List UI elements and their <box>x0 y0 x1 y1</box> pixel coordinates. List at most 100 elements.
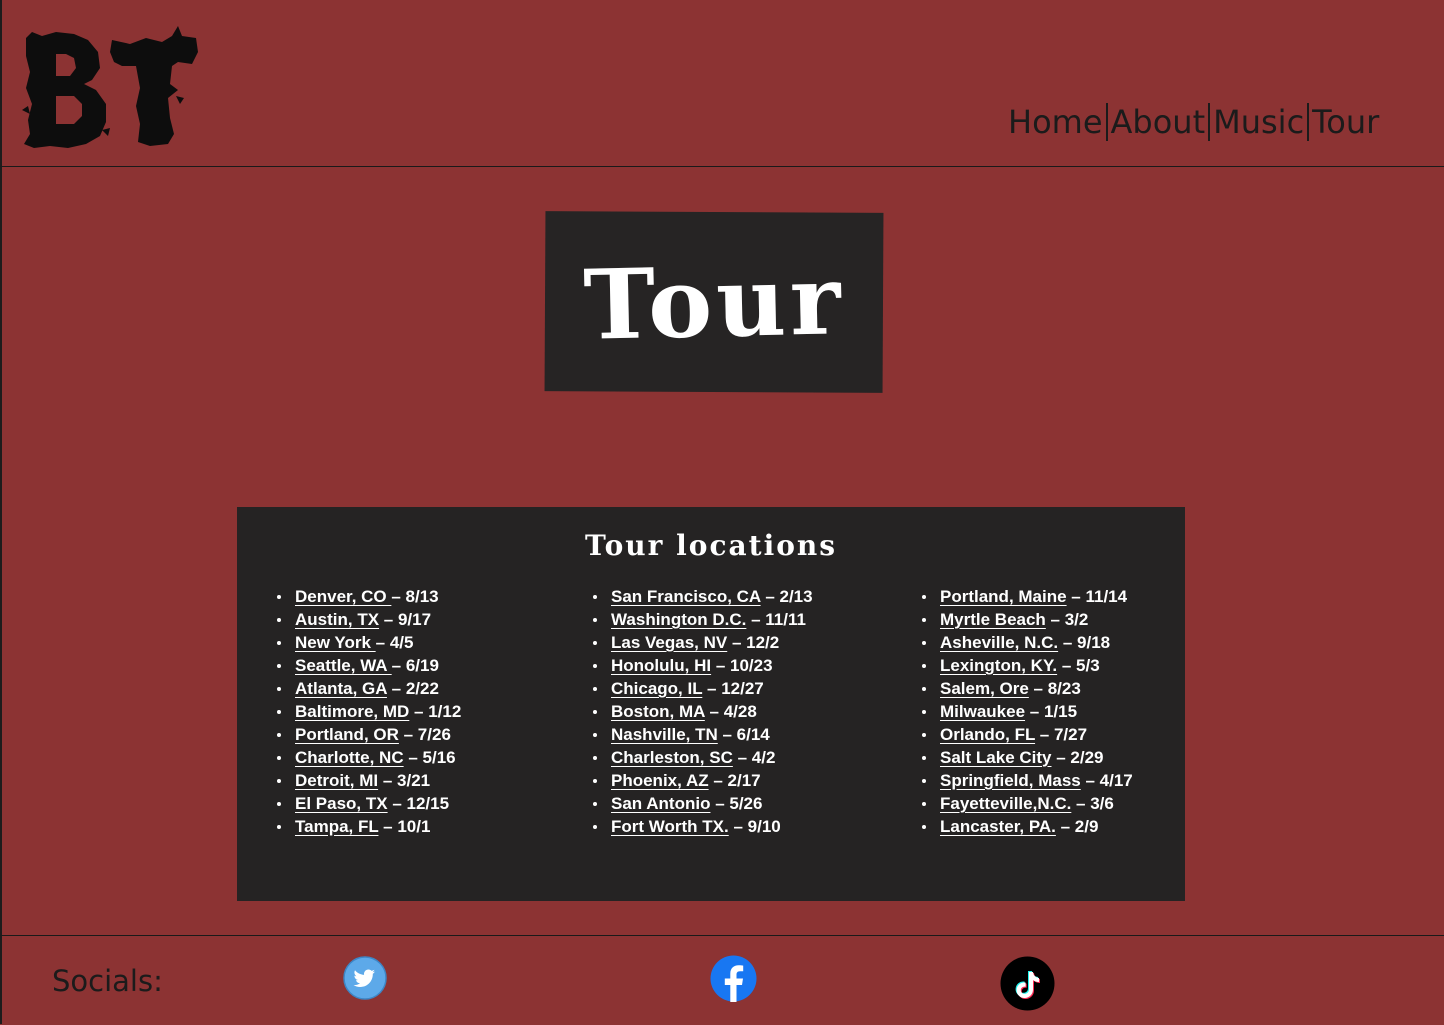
tour-city-link[interactable]: Detroit, MI <box>295 771 378 790</box>
band-logo[interactable] <box>22 26 200 152</box>
tour-location-item: Seattle, WA – 6/19 <box>277 654 461 677</box>
tour-location-item: El Paso, TX – 12/15 <box>277 792 461 815</box>
tour-city-link[interactable]: Milwaukee <box>940 702 1025 721</box>
tour-location-item: Myrtle Beach – 3/2 <box>922 608 1133 631</box>
tour-city-link[interactable]: Charleston, SC <box>611 748 733 767</box>
site-header: Home About Music Tour <box>0 0 1444 167</box>
tour-date: – 1/12 <box>409 702 462 721</box>
nav-tour-link[interactable]: Tour <box>1312 103 1379 141</box>
tour-location-item: Washington D.C. – 11/11 <box>593 608 813 631</box>
tour-date: – 5/26 <box>710 794 763 813</box>
tour-date: – 11/14 <box>1066 587 1128 606</box>
tour-date: – 4/28 <box>704 702 757 721</box>
tour-city-link[interactable]: Chicago, IL <box>611 679 702 698</box>
nav-divider <box>1307 103 1310 141</box>
tiktok-link[interactable] <box>1000 956 1055 1011</box>
tour-location-item: Charlotte, NC – 5/16 <box>277 746 461 769</box>
tour-date: – 2/17 <box>708 771 761 790</box>
tour-city-link[interactable]: Lexington, KY. <box>940 656 1057 675</box>
page-title-banner: Tour <box>544 211 884 393</box>
nav-music-link[interactable]: Music <box>1213 103 1304 141</box>
tour-date: – 4/2 <box>732 748 776 767</box>
tour-location-item: Austin, TX – 9/17 <box>277 608 461 631</box>
tour-date: – 12/27 <box>702 679 764 698</box>
tour-city-link[interactable]: Phoenix, AZ <box>611 771 709 790</box>
tour-location-item: San Francisco, CA – 2/13 <box>593 585 813 608</box>
tour-date: – 11/11 <box>746 610 806 629</box>
tour-location-item: Atlanta, GA – 2/22 <box>277 677 461 700</box>
tour-date: – 6/14 <box>717 725 770 744</box>
tour-date: – 3/2 <box>1045 610 1089 629</box>
tour-city-link[interactable]: Salem, Ore <box>940 679 1029 698</box>
tour-location-item: Chicago, IL – 12/27 <box>593 677 813 700</box>
tour-location-item: San Antonio – 5/26 <box>593 792 813 815</box>
tour-date: – 3/21 <box>378 771 431 790</box>
nav-about-link[interactable]: About <box>1111 103 1206 141</box>
tour-city-link[interactable]: Fayetteville,N.C. <box>940 794 1071 813</box>
tour-city-link[interactable]: Honolulu, HI <box>611 656 711 675</box>
tour-date: – 5/3 <box>1057 656 1100 675</box>
tour-date: – 9/18 <box>1058 633 1111 652</box>
tour-city-link[interactable]: Boston, MA <box>611 702 705 721</box>
tour-date: – 2/22 <box>386 679 439 698</box>
tour-date: – 8/13 <box>391 587 439 606</box>
tour-date: – 1/15 <box>1025 702 1078 721</box>
tour-city-link[interactable]: Springfield, Mass <box>940 771 1081 790</box>
tour-city-link[interactable]: Portland, OR <box>295 725 399 744</box>
tour-location-item: Baltimore, MD – 1/12 <box>277 700 461 723</box>
tour-city-link[interactable]: Orlando, FL <box>940 725 1035 744</box>
tour-city-link[interactable]: Charlotte, NC <box>295 748 404 767</box>
tour-city-link[interactable]: Tampa, FL <box>295 817 378 836</box>
tour-location-item: Portland, OR – 7/26 <box>277 723 461 746</box>
tour-date: – 12/15 <box>387 794 450 813</box>
tour-location-item: Lancaster, PA. – 2/9 <box>922 815 1133 838</box>
tour-location-item: Fort Worth TX. – 9/10 <box>593 815 813 838</box>
facebook-icon <box>710 955 757 1002</box>
tour-location-item: Las Vegas, NV – 12/2 <box>593 631 813 654</box>
twitter-link[interactable] <box>343 956 387 1000</box>
tour-city-link[interactable]: Las Vegas, NV <box>611 633 727 652</box>
tour-location-item: Nashville, TN – 6/14 <box>593 723 813 746</box>
facebook-link[interactable] <box>710 955 757 1002</box>
tour-city-link[interactable]: San Francisco, CA <box>611 587 761 606</box>
tour-location-item: Boston, MA – 4/28 <box>593 700 813 723</box>
tour-city-link[interactable]: El Paso, TX <box>295 794 388 813</box>
tour-city-link[interactable]: Seattle, WA <box>295 656 392 675</box>
tour-city-link[interactable]: Lancaster, PA. <box>940 817 1056 836</box>
tour-city-link[interactable]: Baltimore, MD <box>295 702 409 721</box>
socials-label: Socials: <box>52 964 163 998</box>
tour-column-3: Portland, Maine – 11/14 Myrtle Beach – 3/… <box>922 585 1133 838</box>
tour-location-item: Salem, Ore – 8/23 <box>922 677 1133 700</box>
tour-city-link[interactable]: Atlanta, GA <box>295 679 387 698</box>
tour-city-link[interactable]: New York <box>295 633 376 652</box>
tour-date: – 4/5 <box>375 633 414 652</box>
band-logo-icon <box>22 26 198 148</box>
nav-home-link[interactable]: Home <box>1008 103 1103 141</box>
tour-date: – 2/9 <box>1055 817 1099 836</box>
tour-city-link[interactable]: Myrtle Beach <box>940 610 1046 629</box>
tour-date: – 10/1 <box>378 817 431 836</box>
tour-city-link[interactable]: Nashville, TN <box>611 725 718 744</box>
tour-location-item: Phoenix, AZ – 2/17 <box>593 769 813 792</box>
tour-city-link[interactable]: Fort Worth TX. <box>611 817 729 836</box>
tour-location-item: Tampa, FL – 10/1 <box>277 815 461 838</box>
tour-city-link[interactable]: Asheville, N.C. <box>940 633 1058 652</box>
tour-city-link[interactable]: Denver, CO <box>295 587 391 606</box>
tour-date: – 8/23 <box>1028 679 1081 698</box>
tour-locations-heading: Tour locations <box>584 529 838 562</box>
tour-location-item: Asheville, N.C. – 9/18 <box>922 631 1133 654</box>
tour-date: – 2/29 <box>1051 748 1104 767</box>
tour-city-link[interactable]: Salt Lake City <box>940 748 1052 767</box>
site-footer: Socials: <box>0 935 1444 1025</box>
tour-city-link[interactable]: Austin, TX <box>295 610 379 629</box>
tour-date: – 9/17 <box>379 610 432 629</box>
twitter-icon <box>343 956 387 1000</box>
tour-column-2: San Francisco, CA – 2/13 Washington D.C. … <box>593 585 813 838</box>
tour-date: – 4/17 <box>1080 771 1133 790</box>
tour-date: – 12/2 <box>727 633 780 652</box>
tour-city-link[interactable]: Portland, Maine <box>940 587 1067 606</box>
tour-city-link[interactable]: Washington D.C. <box>611 610 746 629</box>
tour-location-item: Denver, CO – 8/13 <box>277 585 461 608</box>
tour-location-item: Portland, Maine – 11/14 <box>922 585 1133 608</box>
tour-city-link[interactable]: San Antonio <box>611 794 710 813</box>
